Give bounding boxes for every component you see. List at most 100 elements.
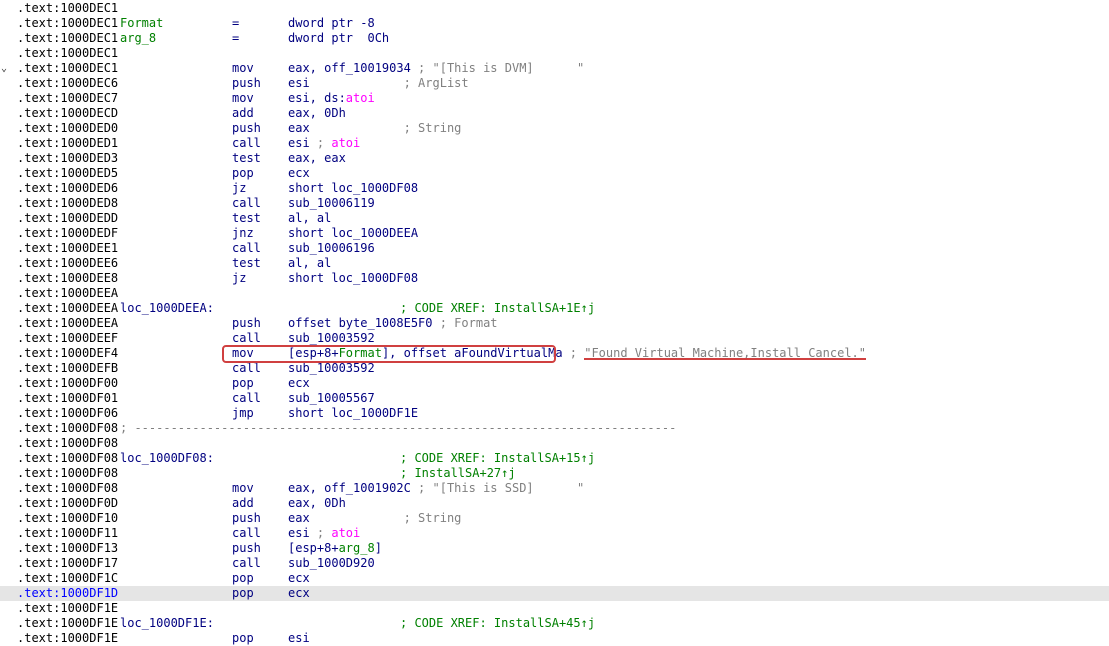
- line-label[interactable]: loc_1000DF1E:: [120, 616, 214, 631]
- instruction-mnemonic[interactable]: jnz: [232, 226, 254, 241]
- line-address[interactable]: .text:1000DEDD: [17, 211, 118, 226]
- code-line[interactable]: .text:1000DEC1: [0, 1, 1109, 16]
- code-line[interactable]: .text:1000DED6 jz short loc_1000DF08: [0, 181, 1109, 196]
- instruction-mnemonic[interactable]: mov: [232, 61, 254, 76]
- line-address[interactable]: .text:1000DEE8: [17, 271, 118, 286]
- line-address[interactable]: .text:1000DF1E: [17, 631, 118, 646]
- line-address[interactable]: .text:1000DEEA: [17, 286, 118, 301]
- code-line[interactable]: .text:1000DF1E pop esi: [0, 631, 1109, 646]
- code-line[interactable]: .text:1000DEDD test al, al: [0, 211, 1109, 226]
- line-address[interactable]: .text:1000DF08: [17, 436, 118, 451]
- instruction-mnemonic[interactable]: mov: [232, 91, 254, 106]
- line-address[interactable]: .text:1000DEF4: [17, 346, 118, 361]
- line-address[interactable]: .text:1000DED0: [17, 121, 118, 136]
- code-line[interactable]: .text:1000DF06 jmp short loc_1000DF1E: [0, 406, 1109, 421]
- instruction-mnemonic[interactable]: call: [232, 556, 261, 571]
- instruction-operands[interactable]: eax, 0Dh: [288, 106, 346, 121]
- instruction-operands[interactable]: eax, 0Dh: [288, 496, 346, 511]
- instruction-mnemonic[interactable]: =: [232, 31, 239, 46]
- instruction-mnemonic[interactable]: pop: [232, 166, 254, 181]
- line-address[interactable]: .text:1000DEC1: [17, 1, 118, 16]
- instruction-mnemonic[interactable]: jz: [232, 181, 246, 196]
- instruction-operands[interactable]: sub_10006119: [288, 196, 375, 211]
- code-line[interactable]: .text:1000DED1 call esi ; atoi: [0, 136, 1109, 151]
- line-address[interactable]: .text:1000DED6: [17, 181, 118, 196]
- code-line[interactable]: .text:1000DF17 call sub_1000D920: [0, 556, 1109, 571]
- line-address[interactable]: .text:1000DEE6: [17, 256, 118, 271]
- line-label[interactable]: Format: [120, 16, 163, 31]
- instruction-mnemonic[interactable]: pop: [232, 571, 254, 586]
- code-line[interactable]: .text:1000DF08; ------------------------…: [0, 421, 1109, 436]
- line-address[interactable]: .text:1000DEFB: [17, 361, 118, 376]
- line-address[interactable]: .text:1000DF1E: [17, 616, 118, 631]
- instruction-operands[interactable]: ecx: [288, 571, 310, 586]
- code-xref-comment[interactable]: ; CODE XREF: InstallSA+1E↑j: [400, 301, 595, 316]
- line-address[interactable]: .text:1000DEEF: [17, 331, 118, 346]
- line-address[interactable]: .text:1000DF1E: [17, 601, 118, 616]
- instruction-operands[interactable]: [esp+8+arg_8]: [288, 541, 382, 556]
- code-line[interactable]: .text:1000DEC6 push esi ; ArgList: [0, 76, 1109, 91]
- instruction-operands[interactable]: eax ; String: [288, 121, 461, 136]
- instruction-mnemonic[interactable]: jz: [232, 271, 246, 286]
- instruction-operands[interactable]: sub_1000D920: [288, 556, 375, 571]
- line-address[interactable]: .text:1000DEE1: [17, 241, 118, 256]
- code-line[interactable]: .text:1000DEEA: [0, 286, 1109, 301]
- instruction-mnemonic[interactable]: push: [232, 316, 261, 331]
- code-line[interactable]: ⌄ .text:1000DEC1 mov eax, off_10019034 ; "[…: [0, 61, 1109, 76]
- instruction-operands[interactable]: [esp+8+Format], offset aFoundVirtualMa ;…: [288, 346, 866, 361]
- instruction-mnemonic[interactable]: jmp: [232, 406, 254, 421]
- code-line[interactable]: .text:1000DEC1 Format = dword ptr -8: [0, 16, 1109, 31]
- instruction-mnemonic[interactable]: call: [232, 361, 261, 376]
- code-xref-comment[interactable]: ; InstallSA+27↑j: [400, 466, 516, 481]
- code-line[interactable]: .text:1000DF1E: [0, 601, 1109, 616]
- code-line[interactable]: .text:1000DF10 push eax ; String: [0, 511, 1109, 526]
- line-address[interactable]: .text:1000DF0D: [17, 496, 118, 511]
- code-line[interactable]: .text:1000DEEF call sub_10003592: [0, 331, 1109, 346]
- instruction-mnemonic[interactable]: push: [232, 121, 261, 136]
- code-line[interactable]: .text:1000DF0D add eax, 0Dh: [0, 496, 1109, 511]
- line-address[interactable]: .text:1000DEC7: [17, 91, 118, 106]
- instruction-operands[interactable]: dword ptr -8: [288, 16, 375, 31]
- code-line[interactable]: .text:1000DEC1 arg_8 = dword ptr 0Ch: [0, 31, 1109, 46]
- line-address[interactable]: .text:1000DF1C: [17, 571, 118, 586]
- instruction-operands[interactable]: short loc_1000DF08: [288, 271, 418, 286]
- code-line[interactable]: .text:1000DF13 push [esp+8+arg_8]: [0, 541, 1109, 556]
- instruction-mnemonic[interactable]: call: [232, 391, 261, 406]
- instruction-operands[interactable]: eax, off_10019034 ; "[This is DVM] ": [288, 61, 584, 76]
- line-address[interactable]: .text:1000DF1D: [17, 586, 118, 601]
- line-address[interactable]: .text:1000DF11: [17, 526, 118, 541]
- line-address[interactable]: .text:1000DEC1: [17, 31, 118, 46]
- instruction-mnemonic[interactable]: mov: [232, 481, 254, 496]
- instruction-operands[interactable]: esi ; ArgList: [288, 76, 469, 91]
- code-line[interactable]: .text:1000DF08 ; InstallSA+27↑j: [0, 466, 1109, 481]
- instruction-operands[interactable]: short loc_1000DEEA: [288, 226, 418, 241]
- code-xref-comment[interactable]: ; CODE XREF: InstallSA+15↑j: [400, 451, 595, 466]
- line-address[interactable]: .text:1000DF01: [17, 391, 118, 406]
- instruction-mnemonic[interactable]: pop: [232, 631, 254, 646]
- code-line[interactable]: .text:1000DF00 pop ecx: [0, 376, 1109, 391]
- line-address[interactable]: .text:1000DF00: [17, 376, 118, 391]
- instruction-operands[interactable]: al, al: [288, 211, 331, 226]
- instruction-mnemonic[interactable]: push: [232, 541, 261, 556]
- line-address[interactable]: .text:1000DF08: [17, 466, 118, 481]
- code-line[interactable]: .text:1000DEC7 mov esi, ds:atoi: [0, 91, 1109, 106]
- line-address[interactable]: .text:1000DED1: [17, 136, 118, 151]
- line-address[interactable]: .text:1000DED8: [17, 196, 118, 211]
- line-address[interactable]: .text:1000DEC6: [17, 76, 118, 91]
- code-line[interactable]: .text:1000DEEA push offset byte_1008E5F0 ;…: [0, 316, 1109, 331]
- instruction-operands[interactable]: short loc_1000DF08: [288, 181, 418, 196]
- instruction-operands[interactable]: ecx: [288, 376, 310, 391]
- code-line[interactable]: .text:1000DEF4 mov [esp+8+Format], offset …: [0, 346, 1109, 361]
- instruction-mnemonic[interactable]: test: [232, 151, 261, 166]
- line-address[interactable]: .text:1000DF08: [17, 451, 118, 466]
- chevron-down-icon[interactable]: ⌄: [1, 61, 13, 76]
- code-line[interactable]: .text:1000DF1C pop ecx: [0, 571, 1109, 586]
- instruction-mnemonic[interactable]: call: [232, 526, 261, 541]
- line-label[interactable]: loc_1000DF08:: [120, 451, 214, 466]
- code-line[interactable]: .text:1000DEEA loc_1000DEEA: ; CODE XREF: …: [0, 301, 1109, 316]
- code-line[interactable]: .text:1000DED0 push eax ; String: [0, 121, 1109, 136]
- code-line[interactable]: .text:1000DEFB call sub_10003592: [0, 361, 1109, 376]
- instruction-mnemonic[interactable]: pop: [232, 586, 254, 601]
- code-line[interactable]: .text:1000DEE1 call sub_10006196: [0, 241, 1109, 256]
- line-address[interactable]: .text:1000DF08: [17, 481, 118, 496]
